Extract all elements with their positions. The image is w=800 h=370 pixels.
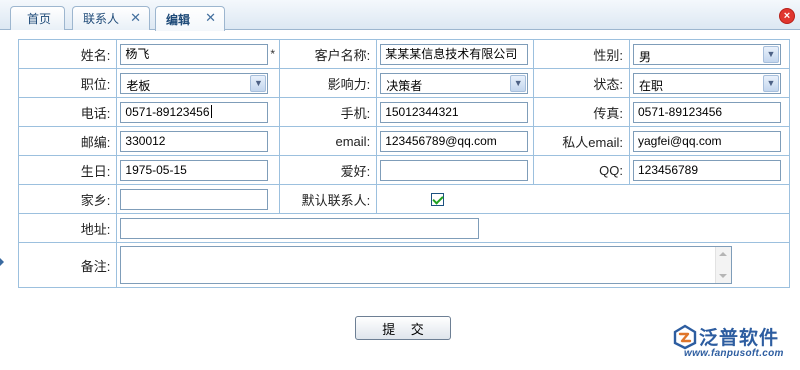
phone-value: 0571-89123456 [125,104,210,119]
form-row-name: 姓名: 杨飞 * 客户名称: 某某某信息技术有限公司 性别: 男 ▼ [17,39,791,69]
form-row-phone: 电话: 0571-89123456 手机: 15012344321 传真: 05… [17,97,791,127]
qq-label: QQ: [533,155,630,185]
gender-label: 性别: [533,39,630,69]
customer-label: 客户名称: [279,39,378,69]
hobby-input[interactable] [380,159,529,181]
position-value: 老板 [126,78,151,93]
gender-value: 男 [638,49,651,64]
phone-label: 电话: [17,97,118,127]
email-input[interactable]: 123456789@qq.com [380,130,529,152]
influence-value: 决策者 [386,78,423,93]
fanpu-logo-icon [673,324,697,350]
tab-bar: 首页 联系人 ✕ 编辑 ✕ × [0,0,800,31]
position-select[interactable]: 老板 ▼ [120,72,269,94]
tab-edit-label: 编辑 [166,12,191,27]
contact-edit-form: 姓名: 杨飞 * 客户名称: 某某某信息技术有限公司 性别: 男 ▼ 职位: 老… [17,39,791,288]
status-select[interactable]: 在职 ▼ [632,72,781,94]
tab-edit[interactable]: 编辑 ✕ [155,6,225,31]
scroll-down-icon[interactable] [719,274,728,278]
qq-input[interactable]: 123456789 [632,159,781,181]
phone-input[interactable]: 0571-89123456 [120,101,269,123]
status-value: 在职 [638,78,663,93]
required-mark: * [270,47,276,61]
private-email-label: 私人email: [533,126,630,156]
text-cursor [210,104,212,118]
close-all-icon[interactable]: × [780,9,794,23]
mobile-label: 手机: [279,97,378,127]
address-input[interactable] [120,217,480,239]
postcode-label: 邮编: [17,126,118,156]
birthday-input[interactable]: 1975-05-15 [120,159,269,181]
default-contact-checkbox[interactable] [431,193,445,207]
birthday-label: 生日: [17,155,118,185]
form-row-position: 职位: 老板 ▼ 影响力: 决策者 ▼ 状态: 在职 ▼ [17,68,791,98]
form-row-birthday: 生日: 1975-05-15 爱好: QQ: 123456789 [17,155,791,185]
email-label: email: [279,126,378,156]
notes-textarea[interactable] [120,246,733,284]
form-row-postcode: 邮编: 330012 email: 123456789@qq.com 私人ema… [17,126,791,156]
form-row-address: 地址: [17,213,790,243]
tab-home-label: 首页 [27,12,52,26]
brand-logo: 泛普软件 www.fanpusoft.com [672,322,794,364]
chevron-down-icon[interactable]: ▼ [762,74,779,92]
fax-label: 传真: [533,97,630,127]
postcode-input[interactable]: 330012 [120,130,269,152]
gender-select[interactable]: 男 ▼ [632,43,781,65]
influence-label: 影响力: [279,68,378,98]
tab-edit-close-icon[interactable]: ✕ [205,10,216,26]
fax-input[interactable]: 0571-89123456 [632,101,781,123]
notes-scrollbar[interactable] [715,247,732,283]
hobby-label: 爱好: [279,155,378,185]
default-contact-label: 默认联系人: [279,184,378,214]
name-input[interactable]: 杨飞 [120,43,269,65]
notes-label: 备注: [17,242,118,288]
mobile-input[interactable]: 15012344321 [380,101,529,123]
tab-home[interactable]: 首页 [10,6,65,30]
hometown-label: 家乡: [17,184,118,214]
influence-select[interactable]: 决策者 ▼ [380,72,529,94]
tab-contacts[interactable]: 联系人 ✕ [72,6,150,30]
scroll-up-icon[interactable] [719,252,728,256]
chevron-down-icon[interactable]: ▼ [762,45,779,63]
status-label: 状态: [533,68,630,98]
logo-name: 泛普软件 [699,327,780,349]
tab-contacts-label: 联系人 [83,12,120,26]
customer-input[interactable]: 某某某信息技术有限公司 [380,43,529,65]
chevron-down-icon[interactable]: ▼ [510,74,527,92]
hometown-input[interactable] [120,188,269,210]
name-label: 姓名: [17,39,118,69]
form-row-notes: 备注: [17,242,790,288]
side-collapse-arrow-icon[interactable] [0,258,4,266]
position-label: 职位: [17,68,118,98]
form-row-hometown: 家乡: 默认联系人: [17,184,790,214]
submit-button[interactable]: 提 交 [355,316,451,340]
logo-url: www.fanpusoft.com [684,348,784,359]
address-label: 地址: [17,213,118,243]
chevron-down-icon[interactable]: ▼ [250,74,267,92]
private-email-input[interactable]: yagfei@qq.com [632,130,781,152]
tab-contacts-close-icon[interactable]: ✕ [130,10,141,26]
